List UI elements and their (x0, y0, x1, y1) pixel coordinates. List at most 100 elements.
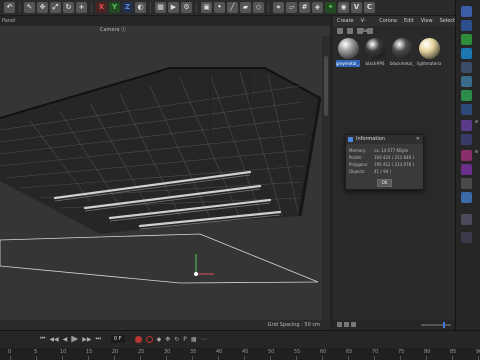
param-key-icon[interactable]: ▦ (191, 336, 197, 343)
timeline-tick-mark (270, 356, 271, 360)
material-menu-item[interactable]: Corona (379, 16, 397, 26)
vray-icon[interactable]: V (351, 2, 362, 13)
material-swatch[interactable]: black#PS (363, 38, 387, 70)
scale-key-icon[interactable]: P (183, 336, 187, 343)
scale-tool-icon[interactable]: ⤢ (50, 2, 61, 13)
list-view-icon[interactable] (344, 322, 349, 327)
close-icon[interactable]: ✕ (416, 135, 420, 144)
scene-icon[interactable] (461, 214, 472, 225)
viewport-scrollbar[interactable] (322, 36, 330, 330)
material-menu-item[interactable]: V-Ray (361, 16, 373, 34)
timeline-tick-mark (322, 356, 323, 360)
coordinate-system-icon[interactable]: ◐ (135, 2, 146, 13)
points-mode-icon[interactable]: • (214, 2, 225, 13)
prev-key-button[interactable]: ◀◀ (49, 336, 58, 343)
search-icon[interactable] (367, 28, 373, 34)
position-key-icon[interactable]: ↻ (174, 336, 179, 343)
next-key-button[interactable]: ▶▶ (82, 336, 91, 343)
grid-view-icon[interactable] (337, 322, 342, 327)
material-swatch[interactable]: greymetal_... (336, 38, 360, 70)
viewport-3d[interactable]: Camera Ⓘ (0, 26, 330, 330)
polygons-mode-icon[interactable]: ▰ (240, 2, 251, 13)
light-icon[interactable] (461, 164, 472, 175)
grid-icon[interactable]: # (299, 2, 310, 13)
scroll-thumb[interactable] (324, 56, 328, 116)
record-button[interactable] (134, 335, 142, 343)
material-menu-item[interactable]: Select (440, 16, 455, 26)
environment-icon[interactable] (461, 192, 472, 203)
subdivision-icon[interactable] (461, 48, 472, 59)
timeline-ruler[interactable]: 0 5 10 15 20 25 30 35 40 45 50 55 60 65 70 75 80 85 90 (0, 348, 480, 360)
create-tool-icon[interactable]: + (76, 2, 87, 13)
undo-icon[interactable]: ↶ (4, 2, 15, 13)
z-axis-toggle[interactable]: Z (122, 2, 133, 13)
play-button[interactable] (71, 335, 79, 343)
material-swatch[interactable]: lightmaterial... (417, 38, 441, 70)
spline-icon[interactable] (461, 20, 472, 31)
material-swatch[interactable]: blackmetal_... (390, 38, 414, 70)
filter-icon[interactable] (357, 28, 363, 34)
select-tool-icon[interactable]: ↖ (24, 2, 35, 13)
script-icon[interactable]: ◉ (338, 2, 349, 13)
ok-button[interactable]: OK (377, 179, 392, 187)
material-menu-item[interactable]: View (421, 16, 433, 26)
dialog-title-bar[interactable]: Information ✕ (346, 135, 423, 144)
timeline-tick-label: 85 (450, 349, 457, 355)
dialog-title: Information (356, 136, 385, 142)
object-mode-icon[interactable]: ▣ (201, 2, 212, 13)
render-view-icon[interactable]: ▶ (168, 2, 179, 13)
go-to-start-button[interactable]: ⏮ (40, 335, 45, 343)
keyframe-selection-icon[interactable]: ◆ (157, 336, 162, 343)
move-tool-icon[interactable]: ✥ (37, 2, 48, 13)
python-icon[interactable]: ✦ (325, 2, 336, 13)
cube-icon[interactable] (461, 6, 472, 17)
material-menu-item[interactable]: Create (337, 16, 354, 26)
snap-icon[interactable]: ⌖ (273, 2, 284, 13)
uv-mode-icon[interactable]: ◇ (253, 2, 264, 13)
info-row: Memory: ca. 14 077 KByte (349, 147, 423, 154)
array-icon[interactable] (461, 104, 472, 115)
corona-icon[interactable]: C (364, 2, 375, 13)
field-icon[interactable] (461, 120, 472, 131)
render-icon[interactable] (461, 232, 472, 243)
timeline-tick-label: 75 (398, 349, 405, 355)
timeline-tick-mark (374, 356, 375, 360)
rotate-tool-icon[interactable]: ↻ (63, 2, 74, 13)
nurbs-icon[interactable] (461, 34, 472, 45)
deformer-icon[interactable] (461, 76, 472, 87)
playback-controls: ⏮ ◀◀ ◀ ▶▶ ⏭ 0 F ◆ ✥ ↻ P ▦ ⋯ (0, 331, 480, 347)
preview-icon[interactable] (351, 322, 356, 327)
timeline-tick-mark (88, 356, 89, 360)
text-icon[interactable] (461, 62, 472, 73)
render-settings-icon[interactable]: ⚙ (181, 2, 192, 13)
timeline-tick-label: 25 (138, 349, 145, 355)
material-menu-item[interactable]: Edit (404, 16, 414, 26)
mograph-icon[interactable] (461, 90, 472, 101)
tag-icon[interactable] (461, 150, 472, 161)
info-key: Points: (349, 155, 363, 160)
edges-mode-icon[interactable]: ╱ (227, 2, 238, 13)
panel-menu[interactable]: Panel (2, 18, 16, 24)
workplane-icon[interactable]: ▱ (286, 2, 297, 13)
motion-clip-icon[interactable]: ✥ (165, 336, 170, 343)
y-axis-toggle[interactable]: Y (109, 2, 120, 13)
add-material-icon[interactable] (337, 28, 343, 34)
render-region-icon[interactable]: ▦ (155, 2, 166, 13)
list-view-icon[interactable] (347, 28, 353, 34)
viewport-menu-bar: Panel (0, 16, 330, 26)
go-to-end-button[interactable]: ⏭ (96, 335, 101, 343)
autokey-button[interactable] (145, 335, 153, 343)
material-preview-sphere (391, 38, 413, 59)
effector-icon[interactable] (461, 134, 472, 145)
x-axis-toggle[interactable]: X (96, 2, 107, 13)
play-backward-button[interactable]: ◀ (63, 336, 68, 343)
timeline-tick-label: 5 (34, 349, 38, 355)
thumbnail-size-slider[interactable] (421, 322, 451, 328)
timeline-tick-label: 80 (424, 349, 431, 355)
information-dialog: Information ✕ Memory: ca. 14 077 KByte Poi… (345, 134, 424, 190)
lock-icon[interactable]: ◈ (312, 2, 323, 13)
camera-object-icon[interactable] (461, 178, 472, 189)
current-frame-field[interactable]: 0 F (110, 335, 125, 343)
timeline-tick-mark (166, 356, 167, 360)
pla-key-icon[interactable]: ⋯ (201, 336, 207, 343)
